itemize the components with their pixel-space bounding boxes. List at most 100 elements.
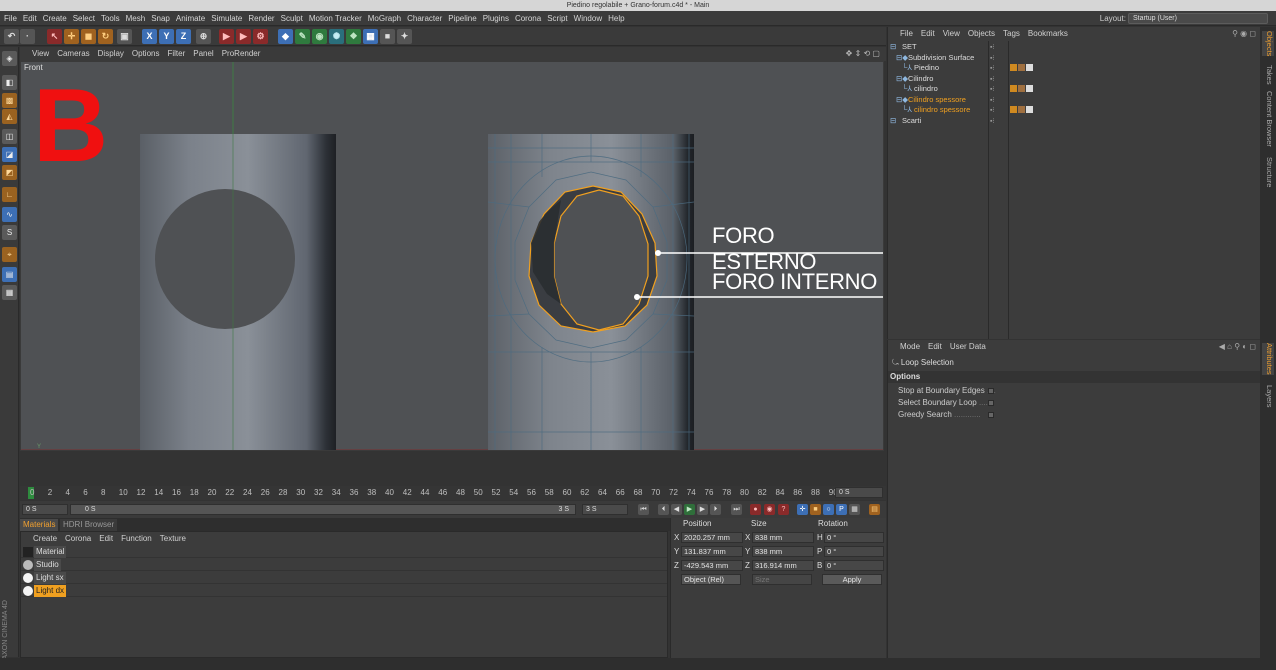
current-frame-field[interactable]: 0 S [835, 487, 883, 498]
camera-icon[interactable]: ■ [380, 29, 395, 44]
material-row[interactable]: Material [21, 546, 667, 558]
object-row[interactable]: ⊟ SET ▪⁝ [888, 42, 1261, 52]
tab-materials[interactable]: Materials [20, 519, 59, 531]
viewport-menu-prorender[interactable]: ProRender [218, 47, 265, 61]
key-rotation-icon[interactable]: ○ [823, 504, 834, 515]
menu-edit[interactable]: Edit [20, 11, 40, 26]
go-to-end-icon[interactable]: ⏭ [731, 504, 742, 515]
visibility-dots-icon[interactable]: ▪⁝ [990, 106, 995, 116]
object-row[interactable]: └⅄ Piedino ▪⁝ [888, 63, 1261, 73]
select-arrow-icon[interactable]: ↖ [47, 29, 62, 44]
end-time-field[interactable]: 3 S [582, 504, 628, 515]
rot-p-field[interactable]: 0 ° [824, 546, 884, 557]
polygons-mode-icon[interactable]: ◩ [2, 165, 17, 180]
scale-tool-icon[interactable]: ◼ [81, 29, 96, 44]
material-name[interactable]: Studio [34, 559, 61, 571]
object-name[interactable]: Cilindro spessore [908, 95, 966, 105]
side-tab-attributes[interactable]: Attributes [1262, 343, 1274, 375]
recent-tools-icon[interactable]: ▣ [117, 29, 132, 44]
auto-key-icon[interactable]: ◉ [764, 504, 775, 515]
visibility-dots-icon[interactable]: ▪⁝ [990, 64, 995, 74]
material-row[interactable]: Studio [21, 559, 667, 571]
go-to-start-icon[interactable]: ⏮ [638, 504, 649, 515]
locked-workplane-icon[interactable]: ⌖ [2, 247, 17, 262]
deformer-icon[interactable]: ❖ [346, 29, 361, 44]
size-z-field[interactable]: 316.914 mm [752, 560, 814, 571]
viewport-menu-view[interactable]: View [20, 47, 53, 61]
record-keys-icon[interactable]: ● [750, 504, 761, 515]
y-axis-lock-icon[interactable]: Y [159, 29, 174, 44]
planar-workplane-icon[interactable]: ▤ [2, 267, 17, 282]
start-time-field[interactable]: 0 S [22, 504, 68, 515]
material-menu-create[interactable]: Create [29, 532, 61, 545]
menu-select[interactable]: Select [70, 11, 98, 26]
material-menu-texture[interactable]: Texture [156, 532, 190, 545]
timeline-ruler[interactable]: 0 2 4 6 8 10 12 14 16 18 20 22 24 26 28 30 32 34 36 38 40 42 4… [20, 486, 886, 500]
keyframe-selection-icon[interactable]: ? [778, 504, 789, 515]
range-slider[interactable]: 0 S 3 S [70, 504, 576, 515]
material-menu-function[interactable]: Function [117, 532, 156, 545]
subdivision-surface-icon[interactable]: ◉ [312, 29, 327, 44]
menu-help[interactable]: Help [605, 11, 627, 26]
am-menu-user-data[interactable]: User Data [946, 340, 990, 354]
x-axis-lock-icon[interactable]: X [142, 29, 157, 44]
redo-icon[interactable]: · [20, 29, 35, 44]
key-position-icon[interactable]: ✛ [797, 504, 808, 515]
workplane-mode-icon[interactable]: ◭ [2, 109, 17, 124]
viewport-menu-panel[interactable]: Panel [189, 47, 217, 61]
pen-spline-icon[interactable]: ✎ [295, 29, 310, 44]
side-tab-content-browser[interactable]: Content Browser [1262, 91, 1274, 147]
undo-icon[interactable]: ↶ [4, 29, 19, 44]
viewport-menu-display[interactable]: Display [94, 47, 128, 61]
menu-character[interactable]: Character [404, 11, 445, 26]
coords-mode-select[interactable]: Object (Rel) [681, 574, 741, 585]
menu-mograph[interactable]: MoGraph [365, 11, 404, 26]
om-menu-bookmarks[interactable]: Bookmarks [1024, 27, 1072, 41]
3d-viewport[interactable]: Front B FORO ESTERNO FORO INTERNO Y X [20, 61, 884, 451]
size-x-field[interactable]: 838 mm [752, 532, 814, 543]
menu-create[interactable]: Create [40, 11, 70, 26]
om-search-icon[interactable]: ⚲ ◉ ◻ [1232, 29, 1256, 38]
stop-at-boundary-checkbox[interactable] [988, 388, 994, 394]
menu-script[interactable]: Script [544, 11, 570, 26]
side-tab-structure[interactable]: Structure [1262, 157, 1274, 187]
am-nav-icons[interactable]: ◀ ⌂ ⚲ ◐ ◻ [1219, 342, 1256, 351]
visibility-dots-icon[interactable]: ▪⁝ [990, 43, 995, 53]
pos-z-field[interactable]: -429.543 mm [681, 560, 743, 571]
visibility-dots-icon[interactable]: ▪⁝ [990, 75, 995, 85]
menu-animate[interactable]: Animate [173, 11, 208, 26]
object-tags-icon[interactable] [1010, 85, 1040, 93]
object-row[interactable]: ⊟◆ Cilindro ▪⁝ [888, 74, 1261, 84]
cube-primitive-icon[interactable]: ◆ [278, 29, 293, 44]
om-menu-view[interactable]: View [939, 27, 964, 41]
key-parameter-icon[interactable]: P [836, 504, 847, 515]
pos-y-field[interactable]: 131.837 mm [681, 546, 743, 557]
material-row[interactable]: Light sx [21, 572, 667, 584]
om-menu-edit[interactable]: Edit [917, 27, 939, 41]
pos-x-field[interactable]: 2020.257 mm [681, 532, 743, 543]
snap-icon[interactable]: S [2, 225, 17, 240]
menu-mesh[interactable]: Mesh [123, 11, 149, 26]
next-frame-icon[interactable]: ▶ [697, 504, 708, 515]
material-row[interactable]: Light dx [21, 585, 667, 597]
om-menu-tags[interactable]: Tags [999, 27, 1024, 41]
rotate-tool-icon[interactable]: ↻ [98, 29, 113, 44]
object-name[interactable]: cilindro spessore [914, 105, 970, 115]
material-menu-edit[interactable]: Edit [95, 532, 117, 545]
viewport-menu-options[interactable]: Options [128, 47, 164, 61]
object-row[interactable]: ⊟◆ Subdivision Surface ▪⁝ [888, 53, 1261, 63]
visibility-dots-icon[interactable]: ▪⁝ [990, 96, 995, 106]
menu-window[interactable]: Window [571, 11, 605, 26]
object-name[interactable]: SET [902, 42, 917, 52]
prev-key-icon[interactable]: ⏴ [658, 504, 669, 515]
timeline-window-icon[interactable]: ▤ [869, 504, 880, 515]
light-icon[interactable]: ✦ [397, 29, 412, 44]
visibility-dots-icon[interactable]: ▪⁝ [990, 54, 995, 64]
texture-mode-icon[interactable]: ▩ [2, 93, 17, 108]
object-name[interactable]: Subdivision Surface [908, 53, 974, 63]
coords-size-select[interactable]: Size [752, 574, 812, 585]
viewport-nav-icons[interactable]: ✥ ⇕ ⟲ ▢ [846, 49, 880, 58]
render-view-icon[interactable]: ▶ [219, 29, 234, 44]
object-name[interactable]: cilindro [914, 84, 938, 94]
coordinate-system-icon[interactable]: ⊕ [196, 29, 211, 44]
